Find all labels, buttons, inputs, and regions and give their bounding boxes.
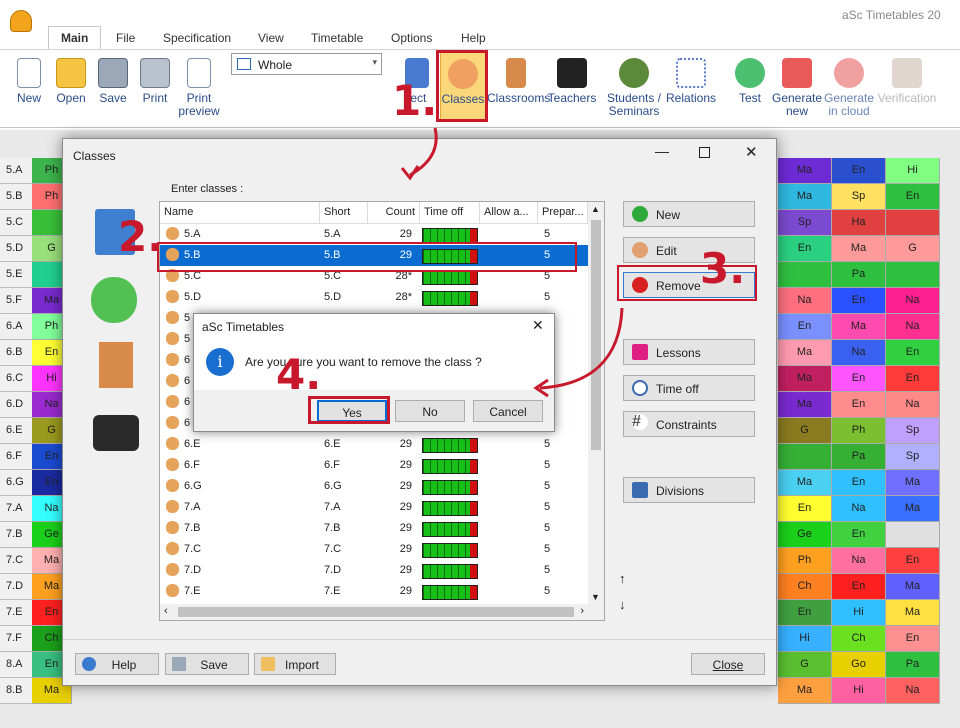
annotation-arrows <box>400 127 624 398</box>
